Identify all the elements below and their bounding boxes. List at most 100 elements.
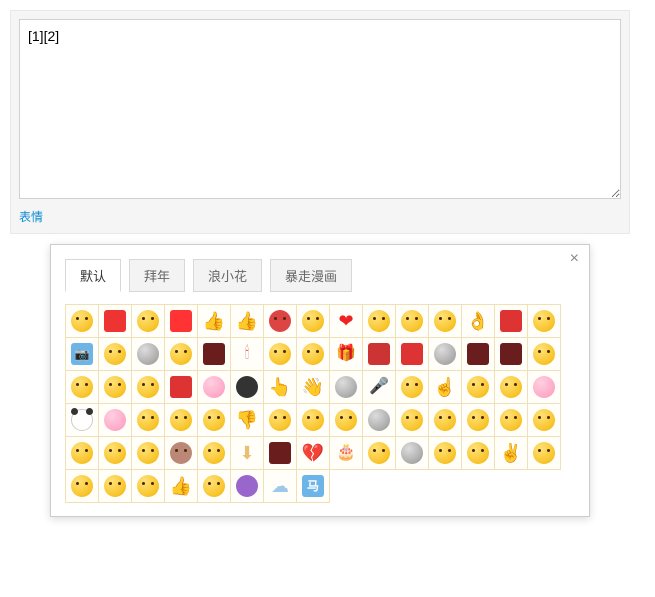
emoji-heart[interactable]: ❤ — [329, 304, 363, 338]
emoji-hand-wave[interactable]: 👋 — [296, 370, 330, 404]
emoji-face-cheese[interactable] — [395, 304, 429, 338]
emoji-hand-point[interactable]: 👆 — [263, 370, 297, 404]
emoji-trophy[interactable] — [197, 337, 231, 371]
emoji-face-kiss[interactable] — [527, 436, 561, 470]
tab-3[interactable]: 暴走漫画 — [270, 259, 352, 292]
emoji-face-cool[interactable] — [263, 337, 297, 371]
emoji-lantern[interactable] — [395, 337, 429, 371]
emoji-red-envelope[interactable] — [164, 370, 198, 404]
hamster-icon — [169, 441, 193, 465]
tab-0[interactable]: 默认 — [65, 259, 121, 292]
emoji-clock[interactable] — [428, 337, 462, 371]
emoji-face-frown[interactable] — [494, 370, 528, 404]
emoji-dark-tile-2[interactable] — [494, 337, 528, 371]
tab-1[interactable]: 拜年 — [129, 259, 185, 292]
emoji-link[interactable]: 表情 — [19, 210, 43, 224]
emoji-face-sleep[interactable] — [131, 436, 165, 470]
face-dark-icon — [235, 375, 259, 399]
emoji-face-puff[interactable] — [461, 403, 495, 437]
face-squint-icon — [169, 408, 193, 432]
emoji-face-sick[interactable] — [362, 304, 396, 338]
emoji-thumb-down[interactable]: 👎 — [230, 403, 264, 437]
emoji-hamster[interactable] — [164, 436, 198, 470]
emoji-panda[interactable] — [65, 403, 99, 437]
emoji-thumb-up-2[interactable]: 👍 — [230, 304, 264, 338]
emoji-face-smirk[interactable] — [296, 304, 330, 338]
emoji-face-laugh[interactable] — [428, 304, 462, 338]
emoji-face-blank[interactable] — [296, 403, 330, 437]
emoji-face-side[interactable] — [461, 436, 495, 470]
emoji-mask[interactable] — [263, 436, 297, 470]
cat-blue-icon — [136, 342, 160, 366]
emoji-face-squint[interactable] — [164, 403, 198, 437]
emoji-face-worry[interactable] — [461, 370, 495, 404]
emoji-lion[interactable] — [164, 304, 198, 338]
emoji-face-sad[interactable] — [494, 403, 528, 437]
emoji-cat-blue[interactable] — [131, 337, 165, 371]
close-icon[interactable]: × — [570, 251, 579, 267]
emoji-face-cold[interactable] — [263, 403, 297, 437]
emoji-horse[interactable]: 马 — [296, 469, 330, 503]
emoji-face-look[interactable] — [131, 403, 165, 437]
emoji-baby[interactable] — [197, 370, 231, 404]
emoji-face-purple[interactable] — [230, 469, 264, 503]
emoji-bear[interactable] — [362, 403, 396, 437]
emoji-cake[interactable]: 🎂 — [329, 436, 363, 470]
emoji-face-cry[interactable] — [197, 403, 231, 437]
emoji-face-relax[interactable] — [65, 436, 99, 470]
emoji-pig[interactable] — [98, 403, 132, 437]
emoji-finger[interactable]: ☝ — [428, 370, 462, 404]
emoji-face-grin[interactable] — [164, 337, 198, 371]
emoji-face-angry[interactable] — [263, 304, 297, 338]
emoji-hand-v[interactable]: ✌ — [494, 436, 528, 470]
emoji-face-dark[interactable] — [230, 370, 264, 404]
emoji-face-think[interactable] — [428, 403, 462, 437]
emoji-face-flat[interactable] — [329, 403, 363, 437]
emoji-face-shock[interactable] — [197, 469, 231, 503]
emoji-face-smile[interactable] — [65, 304, 99, 338]
emoji-candle[interactable]: 🕯 — [230, 337, 264, 371]
emoji-firecracker[interactable] — [362, 337, 396, 371]
emoji-cloud[interactable]: ☁ — [263, 469, 297, 503]
cloud-icon: ☁ — [268, 474, 292, 498]
emoji-face-meh[interactable] — [527, 304, 561, 338]
tab-2[interactable]: 浪小花 — [193, 259, 262, 292]
emoji-face-tongue[interactable] — [98, 337, 132, 371]
emoji-ultraman[interactable] — [329, 370, 363, 404]
emoji-red-square[interactable] — [98, 304, 132, 338]
emoji-face-shades[interactable] — [296, 337, 330, 371]
emoji-face-wow[interactable] — [65, 469, 99, 503]
emoji-face-joy[interactable] — [98, 436, 132, 470]
emoji-download[interactable]: ⬇ — [230, 436, 264, 470]
emoji-face-whistle[interactable] — [428, 436, 462, 470]
emoji-face-hmm[interactable] — [98, 370, 132, 404]
emoji-ghost[interactable] — [395, 436, 429, 470]
emoji-dark-tile[interactable] — [461, 337, 495, 371]
emoji-banner[interactable] — [494, 304, 528, 338]
emoji-face-mad[interactable] — [395, 370, 429, 404]
emoji-face-happy[interactable] — [527, 403, 561, 437]
emoji-heart-broken[interactable]: 💔 — [296, 436, 330, 470]
emoji-face-o[interactable] — [65, 370, 99, 404]
emoji-thumb-up[interactable]: 👍 — [197, 304, 231, 338]
emoji-microphone[interactable]: 🎤 — [362, 370, 396, 404]
gift-icon: 🎁 — [334, 342, 358, 366]
emoji-face-money[interactable] — [131, 370, 165, 404]
emoji-face-dizzy[interactable] — [395, 403, 429, 437]
emoji-face-shh[interactable] — [362, 436, 396, 470]
emoji-face-tilt[interactable] — [131, 469, 165, 503]
mask-icon — [268, 441, 292, 465]
emoji-face-hearteyes[interactable] — [131, 304, 165, 338]
emoji-hand-ok[interactable]: 👌 — [461, 304, 495, 338]
emoji-camera[interactable]: 📷 — [65, 337, 99, 371]
dark-tile-icon — [466, 342, 490, 366]
emoji-tabs: 默认拜年浪小花暴走漫画 — [65, 259, 575, 292]
face-sweat-icon — [202, 441, 226, 465]
emoji-gift[interactable]: 🎁 — [329, 337, 363, 371]
emoji-face-pink[interactable] — [527, 370, 561, 404]
emoji-face-heh[interactable] — [98, 469, 132, 503]
emoji-face-sweat[interactable] — [197, 436, 231, 470]
comment-input[interactable] — [19, 19, 621, 199]
emoji-face-drool[interactable] — [527, 337, 561, 371]
emoji-thumb-like[interactable]: 👍 — [164, 469, 198, 503]
